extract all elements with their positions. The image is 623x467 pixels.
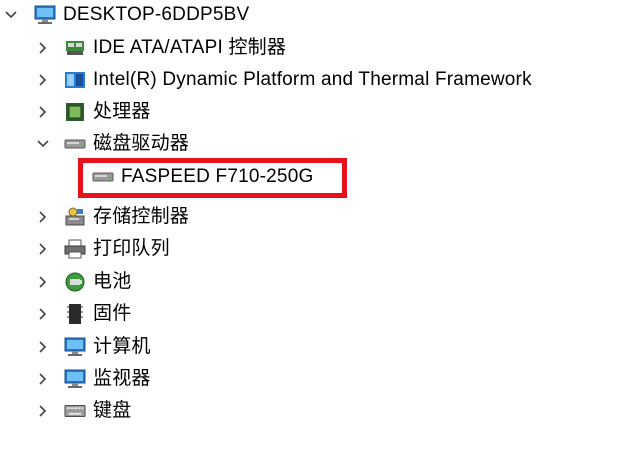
- tree-item-label: 处理器: [93, 101, 151, 122]
- tree-item-label: 磁盘驱动器: [93, 133, 190, 154]
- tree-item-label: IDE ATA/ATAPI 控制器: [93, 37, 287, 58]
- chevron-down-icon[interactable]: [4, 8, 18, 22]
- monitor-icon: [64, 336, 86, 358]
- tree-item-disk-drives[interactable]: 磁盘驱动器: [36, 129, 189, 159]
- chevron-right-icon[interactable]: [36, 340, 50, 354]
- chevron-right-icon[interactable]: [36, 275, 50, 289]
- tree-item-computer[interactable]: 计算机: [36, 332, 151, 362]
- processor-icon: [64, 101, 86, 123]
- chevron-right-icon[interactable]: [36, 73, 50, 87]
- highlight-box: [78, 158, 347, 198]
- tree-item-label: 电池: [93, 271, 132, 292]
- ide-controller-icon: [64, 37, 86, 59]
- firmware-icon: [64, 303, 86, 325]
- chevron-right-icon[interactable]: [36, 41, 50, 55]
- battery-icon: [64, 271, 86, 293]
- tree-item-label: Intel(R) Dynamic Platform and Thermal Fr…: [93, 69, 532, 90]
- tree-item-label: 计算机: [93, 336, 151, 357]
- tree-item-label: 键盘: [93, 400, 132, 421]
- storage-controller-icon: [64, 206, 86, 228]
- chevron-right-icon[interactable]: [36, 242, 50, 256]
- tree-item-keyboards[interactable]: 键盘: [36, 396, 131, 426]
- thermal-framework-icon: [64, 69, 86, 91]
- tree-item-firmware[interactable]: 固件: [36, 299, 131, 329]
- tree-item-thermal-framework[interactable]: Intel(R) Dynamic Platform and Thermal Fr…: [36, 65, 532, 95]
- tree-item-storage-controllers[interactable]: 存储控制器: [36, 202, 189, 232]
- computer-icon: [34, 4, 56, 26]
- tree-item-processors[interactable]: 处理器: [36, 97, 151, 127]
- chevron-right-icon[interactable]: [36, 307, 50, 321]
- chevron-right-icon[interactable]: [36, 372, 50, 386]
- tree-item-label: 打印队列: [93, 238, 170, 259]
- chevron-right-icon[interactable]: [36, 210, 50, 224]
- tree-item-batteries[interactable]: 电池: [36, 267, 131, 297]
- chevron-right-icon[interactable]: [36, 404, 50, 418]
- chevron-down-icon[interactable]: [36, 137, 50, 151]
- tree-item-label: 监视器: [93, 368, 151, 389]
- chevron-right-icon[interactable]: [36, 105, 50, 119]
- disk-drive-icon: [64, 133, 86, 155]
- printer-icon: [64, 238, 86, 260]
- keyboard-icon: [64, 400, 86, 422]
- tree-item-monitors[interactable]: 监视器: [36, 364, 151, 394]
- tree-root[interactable]: DESKTOP-6DDP5BV: [4, 0, 249, 30]
- tree-root-label: DESKTOP-6DDP5BV: [63, 4, 250, 25]
- tree-item-print-queues[interactable]: 打印队列: [36, 234, 170, 264]
- tree-item-label: 存储控制器: [93, 206, 190, 227]
- tree-item-ide-controllers[interactable]: IDE ATA/ATAPI 控制器: [36, 33, 286, 63]
- tree-item-label: 固件: [93, 303, 132, 324]
- monitor-icon: [64, 368, 86, 390]
